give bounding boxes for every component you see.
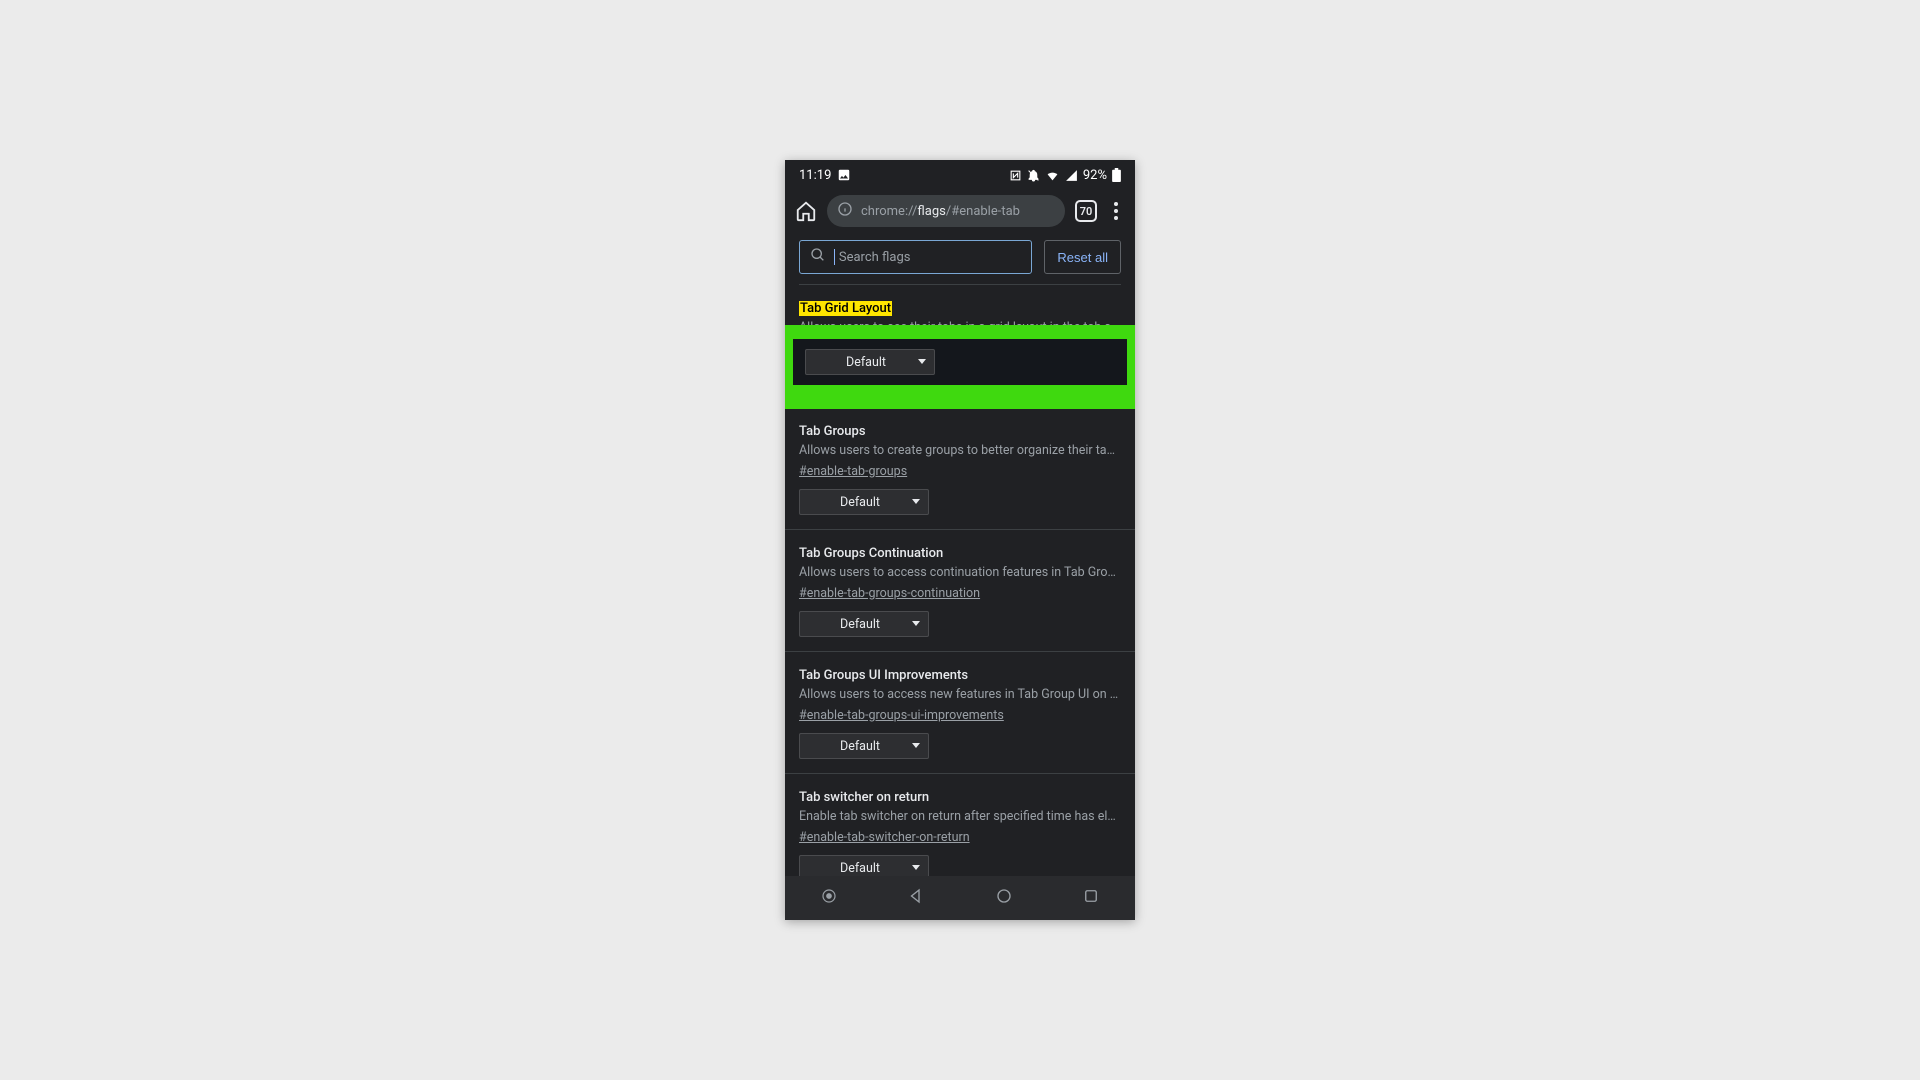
chevron-down-icon	[912, 865, 920, 870]
flag-item-tab-grid-layout: Tab Grid Layout Allows users to see thei…	[785, 285, 1135, 408]
flag-description: Allows users to create groups to better …	[799, 443, 1121, 458]
flag-anchor-link[interactable]: #enable-tab-groups-continuation	[799, 586, 980, 601]
select-value: Default	[840, 739, 880, 754]
chevron-down-icon	[918, 359, 926, 364]
text-caret	[834, 249, 835, 265]
flag-title: Tab Groups UI Improvements	[799, 668, 968, 683]
chevron-down-icon	[912, 499, 920, 504]
flag-description: Enable tab switcher on return after spec…	[799, 809, 1121, 824]
chevron-down-icon	[912, 621, 920, 626]
select-value: Default	[840, 495, 880, 510]
flag-title: Tab switcher on return	[799, 790, 929, 805]
info-icon	[837, 201, 853, 221]
search-icon	[810, 247, 826, 267]
url-text: chrome://flags/#enable-tab	[861, 204, 1020, 219]
flag-select[interactable]: Default	[799, 489, 929, 515]
flag-description: Allows users to access new features in T…	[799, 687, 1121, 702]
wifi-icon	[1045, 169, 1060, 182]
signal-icon	[1065, 169, 1078, 182]
home-icon[interactable]	[795, 200, 817, 222]
flag-select[interactable]: Default	[799, 733, 929, 759]
mute-bell-icon	[1027, 169, 1040, 182]
nav-overview-icon[interactable]	[1082, 887, 1100, 909]
flag-title: Tab Groups Continuation	[799, 546, 943, 561]
nav-home-icon[interactable]	[995, 887, 1013, 909]
overflow-menu-icon[interactable]	[1107, 202, 1125, 220]
flag-item-tab-switcher-on-return: Tab switcher on return Enable tab switch…	[785, 774, 1135, 876]
flag-item-tab-groups-ui-improvements: Tab Groups UI Improvements Allows users …	[785, 652, 1135, 774]
flag-title: Tab Groups	[799, 424, 866, 439]
nav-recording-icon[interactable]	[820, 887, 838, 909]
chevron-down-icon	[912, 743, 920, 748]
status-time: 11:19	[799, 168, 831, 183]
battery-percent: 92%	[1083, 168, 1107, 183]
nav-bar	[785, 876, 1135, 920]
reset-all-button[interactable]: Reset all	[1044, 240, 1121, 274]
nfc-icon	[1009, 169, 1022, 182]
flag-item-tab-groups-continuation: Tab Groups Continuation Allows users to …	[785, 530, 1135, 652]
nav-back-icon[interactable]	[907, 887, 925, 909]
select-value: Default	[846, 355, 886, 370]
flag-title: Tab Grid Layout	[799, 301, 892, 316]
flag-anchor-link[interactable]: #enable-tab-switcher-on-return	[799, 830, 970, 845]
flag-select[interactable]: Default	[799, 611, 929, 637]
page-content: Reset all Tab Grid Layout Allows users t…	[785, 232, 1135, 876]
select-value: Default	[840, 617, 880, 632]
phone-frame: 11:19 92%	[785, 160, 1135, 920]
tab-count-button[interactable]: 70	[1075, 200, 1097, 222]
status-bar: 11:19 92%	[785, 160, 1135, 190]
flag-description: Allows users to access continuation feat…	[799, 565, 1121, 580]
flag-select[interactable]: Default	[805, 349, 935, 375]
flag-select[interactable]: Default	[799, 855, 929, 876]
search-flags-input[interactable]	[799, 240, 1032, 274]
battery-icon	[1112, 168, 1121, 182]
search-field[interactable]	[839, 250, 1022, 265]
highlight-callout: Default	[785, 325, 1135, 409]
flag-anchor-link[interactable]: #enable-tab-groups	[799, 464, 907, 479]
select-value: Default	[840, 861, 880, 876]
flag-item-tab-groups: Tab Groups Allows users to create groups…	[785, 408, 1135, 530]
url-bar[interactable]: chrome://flags/#enable-tab	[827, 195, 1065, 227]
flag-anchor-link[interactable]: #enable-tab-groups-ui-improvements	[799, 708, 1004, 723]
picture-icon	[837, 168, 851, 182]
browser-toolbar: chrome://flags/#enable-tab 70	[785, 190, 1135, 232]
